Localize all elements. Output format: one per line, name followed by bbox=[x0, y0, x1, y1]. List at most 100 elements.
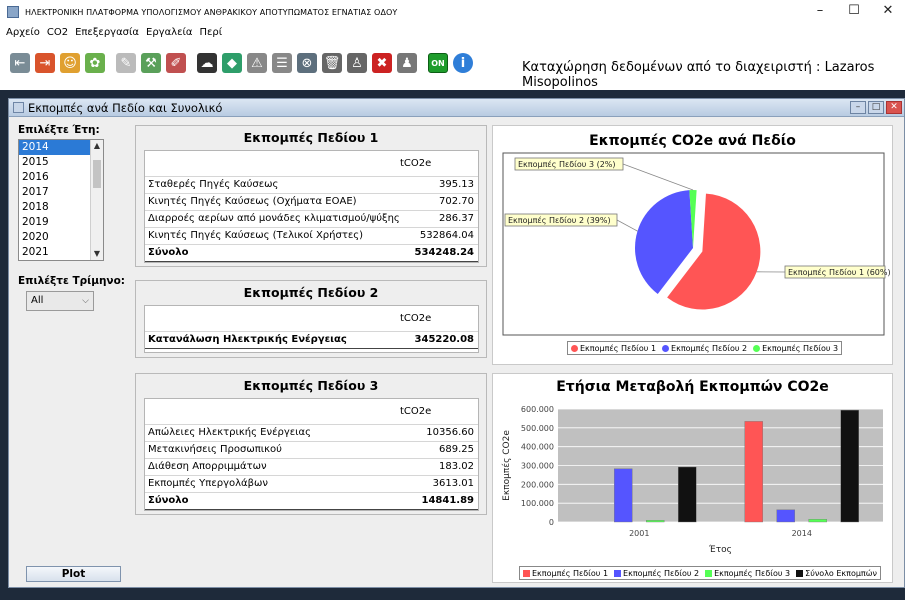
total-row: Σύνολο 14841.89 bbox=[145, 493, 478, 510]
trash-icon[interactable]: 🗑 bbox=[322, 53, 342, 73]
table-row: Διάθεση Απορριμμάτων 183.02 bbox=[145, 459, 478, 476]
exit-icon[interactable]: ⇤ bbox=[10, 53, 30, 73]
toolbar-icons: ⇤ ⇥ ☺ ✿ ✎ ⚒ ✐ ☁ ◆ ⚠ ☰ ⊗ 🗑 ♙ ✖ ♟ ON i bbox=[10, 53, 478, 73]
frame-title: Εκπομπές ανά Πεδίο και Συνολικό bbox=[28, 100, 223, 115]
y-tick-label: 200.000 bbox=[521, 480, 554, 489]
field1-panel: Εκπομπές Πεδίου 1 tCO2e Σταθερές Πηγές Κ… bbox=[135, 125, 487, 267]
pie-legend: Εκπομπές Πεδίου 1 Εκπομπές Πεδίου 2 Εκπο… bbox=[567, 341, 843, 355]
field3-table: tCO2e Απώλειες Ηλεκτρικής Ενέργειας 1035… bbox=[144, 398, 479, 511]
plot-button[interactable]: Plot bbox=[26, 566, 121, 582]
meter-icon[interactable]: ☰ bbox=[272, 53, 292, 73]
table-row: Κινητές Πηγές Καύσεως (Οχήματα ΕΟΑΕ) 702… bbox=[145, 194, 478, 211]
field2-panel: Εκπομπές Πεδίου 2 tCO2e Κατανάλωση Ηλεκτ… bbox=[135, 280, 487, 358]
scroll-thumb[interactable] bbox=[93, 160, 101, 188]
y-tick-label: 300.000 bbox=[521, 462, 554, 471]
pie-slice-label: Εκπομπές Πεδίου 2 (39%) bbox=[508, 215, 611, 225]
pie-label-leader bbox=[622, 163, 694, 191]
cancel-icon[interactable]: ⊗ bbox=[297, 53, 317, 73]
chevron-up-icon[interactable]: ▲ bbox=[91, 140, 103, 152]
table-row: Εκπομπές Υπεργολάβων 3613.01 bbox=[145, 476, 478, 493]
frame-titlebar[interactable]: Εκπομπές ανά Πεδίο και Συνολικό bbox=[9, 99, 904, 117]
emission-icon[interactable]: ◆ bbox=[222, 53, 242, 73]
quarter-select[interactable]: All ⌵ bbox=[26, 291, 94, 311]
edit-icon[interactable]: ✎ bbox=[116, 53, 136, 73]
window-titlebar: ΗΛΕΚΤΡΟΝΙΚΗ ΠΛΑΤΦΟΡΜΑ ΥΠΟΛΟΓΙΣΜΟΥ ΑΝΘΡΑΚ… bbox=[0, 0, 905, 24]
minimize-button[interactable]: – bbox=[803, 0, 837, 24]
bar-legend: Εκπομπές Πεδίου 1 Εκπομπές Πεδίου 2 Εκπο… bbox=[519, 566, 881, 580]
person-icon[interactable]: ♟ bbox=[397, 53, 417, 73]
chevron-down-icon: ⌵ bbox=[82, 296, 89, 306]
pen-icon[interactable]: ✐ bbox=[166, 53, 186, 73]
menu-about[interactable]: Περί bbox=[199, 27, 222, 38]
frame-minimize-button[interactable]: – bbox=[850, 101, 866, 114]
window-controls: – ☐ ✕ bbox=[803, 0, 905, 24]
total-row: Σύνολο 534248.24 bbox=[145, 245, 478, 262]
field3-title: Εκπομπές Πεδίου 3 bbox=[243, 378, 379, 393]
info-icon[interactable]: i bbox=[453, 53, 473, 73]
toolbar: ⇤ ⇥ ☺ ✿ ✎ ⚒ ✐ ☁ ◆ ⚠ ☰ ⊗ 🗑 ♙ ✖ ♟ ON i Καταχώρηση δεδομένων… bbox=[0, 40, 905, 90]
co2-cloud-icon[interactable]: ☁ bbox=[197, 53, 217, 73]
unit-header: tCO2e bbox=[400, 406, 432, 417]
bar bbox=[808, 519, 827, 523]
pie-chart: Εκπομπές Πεδίου 1 (60%) Εκπομπές Πεδίου 2… bbox=[502, 152, 891, 336]
bar bbox=[744, 421, 763, 523]
tools-icon[interactable]: ⚒ bbox=[141, 53, 161, 73]
frame-maximize-button[interactable]: □ bbox=[868, 101, 884, 114]
app-icon bbox=[7, 6, 19, 18]
table-row: Κατανάλωση Ηλεκτρικής Ενέργειας 345220.0… bbox=[145, 332, 478, 349]
frame-close-button[interactable]: ✕ bbox=[886, 101, 902, 114]
maximize-button[interactable]: ☐ bbox=[837, 0, 871, 24]
frame-controls: – □ ✕ bbox=[848, 101, 902, 114]
bar-chart-panel: Ετήσια Μεταβολή Εκπομπών CO2e 0 100.000 20… bbox=[492, 373, 893, 583]
years-list[interactable]: 2014 2015 2016 2017 2018 2019 2020 2021 … bbox=[18, 139, 104, 261]
menu-edit[interactable]: Επεξεργασία bbox=[75, 27, 139, 38]
y-tick-label: 100.000 bbox=[521, 499, 554, 508]
field1-table: tCO2e Σταθερές Πηγές Καύσεως 395.13 Κινη… bbox=[144, 150, 479, 263]
legend-item: Σύνολο Εκπομπών bbox=[796, 569, 877, 578]
y-axis-label: Εκπομπές CO2e bbox=[501, 430, 512, 501]
user-admin-icon[interactable]: ♙ bbox=[347, 53, 367, 73]
warning-icon[interactable]: ⚠ bbox=[247, 53, 267, 73]
bar-chart: 0 100.000 200.000 300.000 400.000 500.000 600.… bbox=[501, 405, 883, 555]
close-button[interactable]: ✕ bbox=[871, 0, 905, 24]
chevron-down-icon[interactable]: ▼ bbox=[91, 248, 103, 260]
quarter-value: All bbox=[31, 295, 44, 306]
table-row: Κινητές Πηγές Καύσεως (Τελικοί Χρήστες) … bbox=[145, 228, 478, 245]
y-tick-label: 400.000 bbox=[521, 443, 554, 452]
bar bbox=[776, 509, 795, 523]
delete-icon[interactable]: ✖ bbox=[372, 53, 392, 73]
bar bbox=[678, 466, 697, 523]
menu-co2[interactable]: CO2 bbox=[47, 27, 68, 38]
table-header: tCO2e bbox=[145, 306, 478, 332]
pie-slice-label: Εκπομπές Πεδίου 1 (60%) bbox=[788, 267, 891, 277]
window-title: ΗΛΕΚΤΡΟΝΙΚΗ ΠΛΑΤΦΟΡΜΑ ΥΠΟΛΟΓΙΣΜΟΥ ΑΝΘΡΑΚ… bbox=[25, 7, 398, 17]
field1-title: Εκπομπές Πεδίου 1 bbox=[243, 130, 379, 145]
legend-item: Εκπομπές Πεδίου 1 bbox=[571, 344, 656, 353]
table-row: Σταθερές Πηγές Καύσεως 395.13 bbox=[145, 177, 478, 194]
menu-tools[interactable]: Εργαλεία bbox=[146, 27, 192, 38]
unit-header: tCO2e bbox=[400, 313, 432, 324]
x-tick-label: 2001 bbox=[629, 529, 649, 538]
y-tick-label: 600.000 bbox=[521, 405, 554, 414]
on-toggle-icon[interactable]: ON bbox=[428, 53, 448, 73]
table-row: Διαρροές αερίων από μονάδες κλιματισμού/… bbox=[145, 211, 478, 228]
users-icon[interactable]: ☺ bbox=[60, 53, 80, 73]
legend-item: Εκπομπές Πεδίου 2 bbox=[614, 569, 699, 578]
unit-header: tCO2e bbox=[400, 158, 432, 169]
menu-file[interactable]: Αρχείο bbox=[6, 27, 40, 38]
menu-bar: Αρχείο CO2 Επεξεργασία Εργαλεία Περί bbox=[0, 24, 905, 40]
field3-panel: Εκπομπές Πεδίου 3 tCO2e Απώλειες Ηλεκτρι… bbox=[135, 373, 487, 515]
pie-slice-label: Εκπομπές Πεδίου 3 (2%) bbox=[518, 159, 616, 169]
years-label: Επιλέξτε Έτη: bbox=[18, 124, 100, 136]
bar bbox=[646, 520, 665, 523]
legend-item: Εκπομπές Πεδίου 2 bbox=[662, 344, 747, 353]
years-scrollbar[interactable]: ▲ ▼ bbox=[90, 140, 103, 260]
table-header: tCO2e bbox=[145, 151, 478, 177]
logout-icon[interactable]: ⇥ bbox=[35, 53, 55, 73]
admin-user-text: Καταχώρηση δεδομένων από το διαχειριστή … bbox=[522, 60, 875, 90]
field2-title: Εκπομπές Πεδίου 2 bbox=[243, 285, 379, 300]
settings-icon[interactable]: ✿ bbox=[85, 53, 105, 73]
legend-item: Εκπομπές Πεδίου 1 bbox=[523, 569, 608, 578]
bar bbox=[614, 468, 633, 523]
table-header: tCO2e bbox=[145, 399, 478, 425]
